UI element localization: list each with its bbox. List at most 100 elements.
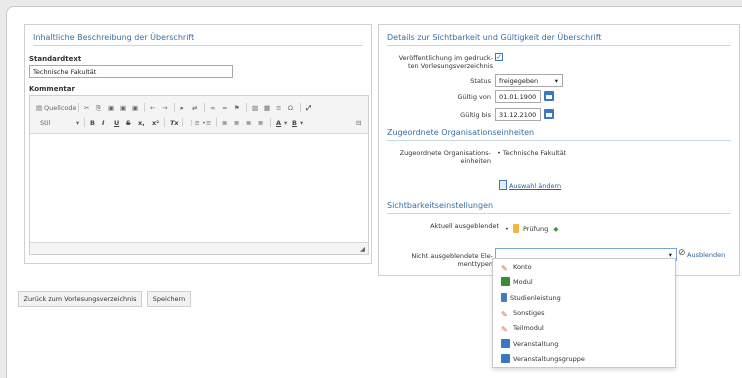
visibility-panel: Details zur Sichtbarkeit und Gültigkeit … bbox=[378, 24, 740, 276]
status-label: Status bbox=[470, 77, 491, 85]
align-center-icon[interactable]: ≣ bbox=[234, 119, 239, 127]
calendar-icon[interactable] bbox=[544, 109, 554, 119]
sichtbarkeit-section-title: Sichtbarkeitseinstellungen bbox=[387, 201, 494, 210]
option-label: Veranstaltung bbox=[513, 340, 559, 348]
background-color-button[interactable]: B bbox=[292, 119, 297, 127]
undo-icon[interactable]: ← bbox=[150, 104, 155, 112]
event-group-icon bbox=[501, 354, 510, 363]
toolbar-separator bbox=[84, 118, 85, 127]
hide-icon[interactable]: ⊘ bbox=[678, 248, 686, 258]
org-label: Zugeordnete Organisations- einheiten bbox=[399, 149, 491, 165]
status-select-value: freigegeben bbox=[499, 77, 539, 85]
org-list-item: • Technische Fakultät bbox=[497, 149, 567, 157]
editor-statusbar: ◢ bbox=[30, 242, 368, 254]
bold-button[interactable]: B bbox=[90, 119, 95, 127]
visibility-panel-title: Details zur Sichtbarkeit und Gültigkeit … bbox=[387, 33, 602, 42]
veroeffentlichung-checkbox[interactable]: ✓ bbox=[495, 53, 503, 61]
numbered-list-icon[interactable]: ⋮≡ bbox=[188, 119, 200, 127]
cut-icon[interactable]: ✂ bbox=[84, 104, 89, 112]
nicht-ausgeblendet-label: Nicht ausgeblendete Ele- menttypen bbox=[411, 252, 493, 268]
show-icon[interactable]: ◆ bbox=[553, 225, 558, 233]
toolbar-separator bbox=[216, 118, 217, 127]
paste-text-icon[interactable]: ▣ bbox=[120, 104, 126, 112]
calendar-icon[interactable] bbox=[544, 91, 554, 101]
dropdown-option-teilmodul[interactable]: ✎ Teilmodul bbox=[501, 322, 544, 334]
toolbar-separator bbox=[300, 103, 301, 112]
back-to-catalog-button[interactable]: Zurück zum Vorlesungsverzeichnis bbox=[18, 291, 142, 307]
remove-format-button[interactable]: Tx bbox=[170, 119, 179, 127]
dropdown-option-studienleistung[interactable]: Studienleistung bbox=[501, 292, 561, 304]
toolbar-separator bbox=[78, 103, 79, 112]
dropdown-option-veranstaltung[interactable]: Veranstaltung bbox=[501, 338, 558, 350]
option-label: Modul bbox=[513, 278, 533, 286]
bullet-list-icon[interactable]: •≡ bbox=[202, 119, 211, 127]
editor-content-area[interactable] bbox=[30, 134, 368, 242]
style-select[interactable]: Stil bbox=[40, 119, 50, 127]
maximize-icon[interactable]: ⤢ bbox=[306, 104, 311, 112]
copy-icon[interactable]: ⎘ bbox=[96, 104, 101, 112]
special-char-icon[interactable]: Ω bbox=[288, 104, 293, 112]
toolbar-separator bbox=[144, 103, 145, 112]
unlink-icon[interactable]: ≈ bbox=[222, 104, 227, 112]
event-icon bbox=[501, 339, 510, 348]
gueltig-von-input[interactable]: 01.01.1900 bbox=[495, 90, 541, 103]
toolbar-separator bbox=[164, 118, 165, 127]
resize-handle-icon[interactable]: ◢ bbox=[360, 245, 365, 253]
pencil-icon: ✎ bbox=[501, 325, 508, 334]
description-panel-title: Inhaltliche Beschreibung der Überschrift bbox=[33, 33, 195, 42]
chevron-down-icon[interactable]: ▾ bbox=[300, 119, 303, 127]
ausblenden-button[interactable]: Ausblenden bbox=[687, 251, 725, 259]
veroeffentlichung-label: Veröffentlichung im gedruck- ten Vorlesu… bbox=[398, 54, 493, 70]
section-divider bbox=[387, 140, 731, 141]
redo-icon[interactable]: → bbox=[162, 104, 167, 112]
align-left-icon[interactable]: ≣ bbox=[222, 119, 227, 127]
quellcode-button[interactable]: Quellcode bbox=[44, 104, 77, 112]
paste-icon[interactable]: ▣ bbox=[108, 104, 114, 112]
auswahl-icon[interactable] bbox=[499, 180, 507, 190]
standardtext-label: Standardtext bbox=[29, 55, 82, 63]
puzzle-icon bbox=[501, 277, 510, 286]
option-label: Studienleistung bbox=[510, 294, 561, 302]
source-icon[interactable]: ▤ bbox=[36, 104, 42, 112]
gueltig-bis-label: Gültig bis bbox=[460, 111, 491, 119]
gueltig-bis-input[interactable]: 31.12.2100 bbox=[495, 108, 541, 121]
anchor-icon[interactable]: ⚑ bbox=[234, 104, 240, 112]
editor-toolbar: ▤ Quellcode ✂ ⎘ ▣ ▣ ▣ ← → ⌕ ⇄ ∞ ≈ ⚑ ▨ ▦ … bbox=[30, 96, 368, 134]
dropdown-option-konto[interactable]: ✎ Konto bbox=[501, 261, 532, 273]
aktuell-ausgeblendet-label: Aktuell ausgeblendet bbox=[430, 222, 499, 230]
align-right-icon[interactable]: ≣ bbox=[246, 119, 251, 127]
link-icon[interactable]: ∞ bbox=[210, 104, 215, 112]
chevron-down-icon[interactable]: ▾ bbox=[76, 119, 79, 127]
subscript-button[interactable]: x, bbox=[138, 119, 145, 127]
rich-text-editor: ▤ Quellcode ✂ ⎘ ▣ ▣ ▣ ← → ⌕ ⇄ ∞ ≈ ⚑ ▨ ▦ … bbox=[29, 95, 369, 255]
dropdown-option-sonstiges[interactable]: ✎ Sonstiges bbox=[501, 307, 544, 319]
italic-button[interactable]: I bbox=[102, 119, 104, 127]
standardtext-input[interactable]: Technische Fakultät bbox=[29, 65, 233, 78]
toolbar-separator bbox=[182, 118, 183, 127]
status-select[interactable]: freigegeben ▾ bbox=[495, 74, 563, 87]
org-value: Technische Fakultät bbox=[502, 149, 567, 157]
student-icon bbox=[501, 293, 507, 302]
org-section-title: Zugeordnete Organisationseinheiten bbox=[387, 128, 535, 137]
description-panel: Inhaltliche Beschreibung der Überschrift… bbox=[24, 24, 372, 264]
chevron-down-icon[interactable]: ▾ bbox=[284, 119, 287, 127]
underline-button[interactable]: U bbox=[114, 119, 119, 127]
dropdown-option-modul[interactable]: Modul bbox=[501, 276, 533, 288]
aktuell-value: Prüfung bbox=[522, 225, 549, 233]
replace-icon[interactable]: ⇄ bbox=[192, 104, 197, 112]
title-divider bbox=[387, 45, 731, 46]
image-icon[interactable]: ▨ bbox=[252, 104, 258, 112]
table-icon[interactable]: ▦ bbox=[264, 104, 270, 112]
text-color-button[interactable]: A bbox=[276, 119, 281, 127]
superscript-button[interactable]: x² bbox=[152, 119, 159, 127]
collapse-toolbar-icon[interactable]: ⊟ bbox=[356, 119, 361, 127]
strikethrough-button[interactable]: S bbox=[126, 119, 131, 127]
align-justify-icon[interactable]: ≣ bbox=[258, 119, 263, 127]
paste-word-icon[interactable]: ▣ bbox=[132, 104, 138, 112]
title-divider bbox=[33, 45, 363, 46]
dropdown-option-veranstaltungsgruppe[interactable]: Veranstaltungsgruppe bbox=[501, 353, 585, 365]
save-button[interactable]: Speichern bbox=[147, 291, 191, 307]
auswahl-aendern-link[interactable]: Auswahl ändern bbox=[509, 182, 561, 190]
hr-icon[interactable]: ≡ bbox=[276, 104, 281, 112]
find-icon[interactable]: ⌕ bbox=[180, 104, 184, 112]
